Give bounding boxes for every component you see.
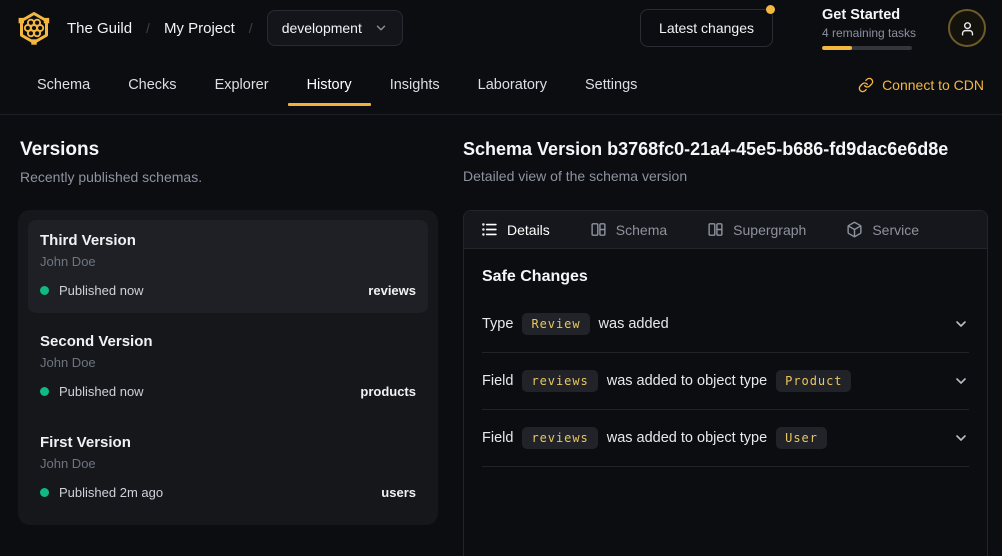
notification-dot xyxy=(766,5,775,14)
version-author: John Doe xyxy=(40,355,416,370)
connect-to-cdn-label: Connect to CDN xyxy=(882,77,984,93)
change-code-badge: reviews xyxy=(522,370,597,392)
chevron-down-icon xyxy=(374,21,388,35)
version-name: Second Version xyxy=(40,333,416,350)
version-service: users xyxy=(381,485,416,500)
chevron-down-icon xyxy=(953,373,969,389)
version-item-first[interactable]: First Version John Doe Published 2m ago … xyxy=(28,422,428,515)
get-started-widget[interactable]: Get Started 4 remaining tasks xyxy=(822,7,918,50)
change-code-badge: reviews xyxy=(522,427,597,449)
cube-icon xyxy=(846,221,863,238)
breadcrumb-separator: / xyxy=(146,20,150,36)
version-status: Published now xyxy=(59,384,144,399)
panels-icon xyxy=(590,221,607,238)
version-service: reviews xyxy=(368,283,416,298)
top-bar: The Guild / My Project / development Lat… xyxy=(0,0,1002,56)
schema-version-title: Schema Version b3768fc0-21a4-45e5-b686-f… xyxy=(463,139,988,160)
details-body: Safe Changes Type Review was added Field… xyxy=(464,249,987,467)
change-prefix: Field xyxy=(482,373,513,389)
tab-schema[interactable]: Schema xyxy=(18,56,109,114)
change-target-badge: User xyxy=(776,427,827,449)
tab-supergraph[interactable]: Supergraph xyxy=(707,221,806,238)
version-list: Third Version John Doe Published now rev… xyxy=(18,210,438,525)
change-row-type-review[interactable]: Type Review was added xyxy=(482,296,969,353)
user-avatar[interactable] xyxy=(948,9,986,47)
tab-service-label: Service xyxy=(872,222,919,238)
tab-details-label: Details xyxy=(507,222,550,238)
chevron-down-icon xyxy=(953,430,969,446)
get-started-progress-bar xyxy=(822,46,912,50)
latest-changes-label: Latest changes xyxy=(659,20,754,36)
schema-version-subtitle: Detailed view of the schema version xyxy=(463,168,988,184)
chevron-down-icon xyxy=(953,316,969,332)
version-meta: Published now reviews xyxy=(40,283,416,298)
get-started-title: Get Started xyxy=(822,7,918,23)
schema-version-card: Details Schema Supergraph xyxy=(463,210,988,556)
tab-supergraph-label: Supergraph xyxy=(733,222,806,238)
get-started-subtitle: 4 remaining tasks xyxy=(822,26,918,40)
details-tab-bar: Details Schema Supergraph xyxy=(464,211,987,249)
change-suffix: was added to object type xyxy=(607,430,767,446)
link-icon xyxy=(858,77,874,93)
versions-title: Versions xyxy=(20,139,438,161)
version-meta: Published 2m ago users xyxy=(40,485,416,500)
change-row-field-user[interactable]: Field reviews was added to object type U… xyxy=(482,410,969,467)
target-selector-value: development xyxy=(282,20,362,36)
published-dot-icon xyxy=(40,488,49,497)
version-service: products xyxy=(360,384,416,399)
tab-insights[interactable]: Insights xyxy=(371,56,459,114)
version-author: John Doe xyxy=(40,456,416,471)
schema-version-panel: Schema Version b3768fc0-21a4-45e5-b686-f… xyxy=(463,139,988,556)
version-author: John Doe xyxy=(40,254,416,269)
change-row-field-product[interactable]: Field reviews was added to object type P… xyxy=(482,353,969,410)
connect-to-cdn-link[interactable]: Connect to CDN xyxy=(858,56,984,114)
tab-laboratory[interactable]: Laboratory xyxy=(459,56,566,114)
breadcrumb-separator: / xyxy=(249,20,253,36)
versions-subtitle: Recently published schemas. xyxy=(20,169,438,185)
project-nav: Schema Checks Explorer History Insights … xyxy=(0,56,1002,115)
hive-logo-icon[interactable] xyxy=(16,10,52,46)
published-dot-icon xyxy=(40,387,49,396)
tab-service[interactable]: Service xyxy=(846,221,919,238)
get-started-progress-fill xyxy=(822,46,852,50)
change-target-badge: Product xyxy=(776,370,851,392)
version-item-second[interactable]: Second Version John Doe Published now pr… xyxy=(28,321,428,414)
tab-checks[interactable]: Checks xyxy=(109,56,195,114)
topbar-right: Latest changes Get Started 4 remaining t… xyxy=(640,7,986,50)
version-name: Third Version xyxy=(40,232,416,249)
version-status: Published 2m ago xyxy=(59,485,163,500)
panels-icon xyxy=(707,221,724,238)
version-item-third[interactable]: Third Version John Doe Published now rev… xyxy=(28,220,428,313)
tab-schema-view-label: Schema xyxy=(616,222,667,238)
version-meta: Published now products xyxy=(40,384,416,399)
change-suffix: was added to object type xyxy=(607,373,767,389)
version-name: First Version xyxy=(40,434,416,451)
published-dot-icon xyxy=(40,286,49,295)
tab-settings[interactable]: Settings xyxy=(566,56,656,114)
breadcrumb-project[interactable]: My Project xyxy=(164,20,235,37)
change-code-badge: Review xyxy=(522,313,589,335)
change-suffix: was added xyxy=(599,316,669,332)
user-icon xyxy=(959,20,976,37)
version-status: Published now xyxy=(59,283,144,298)
versions-panel: Versions Recently published schemas. Thi… xyxy=(18,139,438,556)
nav-tabs: Schema Checks Explorer History Insights … xyxy=(18,56,656,114)
change-prefix: Type xyxy=(482,316,513,332)
main-content: Versions Recently published schemas. Thi… xyxy=(0,115,1002,556)
breadcrumb: The Guild / My Project / xyxy=(67,20,253,37)
tab-details[interactable]: Details xyxy=(481,221,550,238)
target-selector[interactable]: development xyxy=(267,10,403,46)
tab-history[interactable]: History xyxy=(288,56,371,114)
safe-changes-heading: Safe Changes xyxy=(482,268,969,286)
list-icon xyxy=(481,221,498,238)
tab-schema-view[interactable]: Schema xyxy=(590,221,667,238)
latest-changes-button[interactable]: Latest changes xyxy=(640,9,773,47)
tab-explorer[interactable]: Explorer xyxy=(196,56,288,114)
breadcrumb-org[interactable]: The Guild xyxy=(67,20,132,37)
change-prefix: Field xyxy=(482,430,513,446)
